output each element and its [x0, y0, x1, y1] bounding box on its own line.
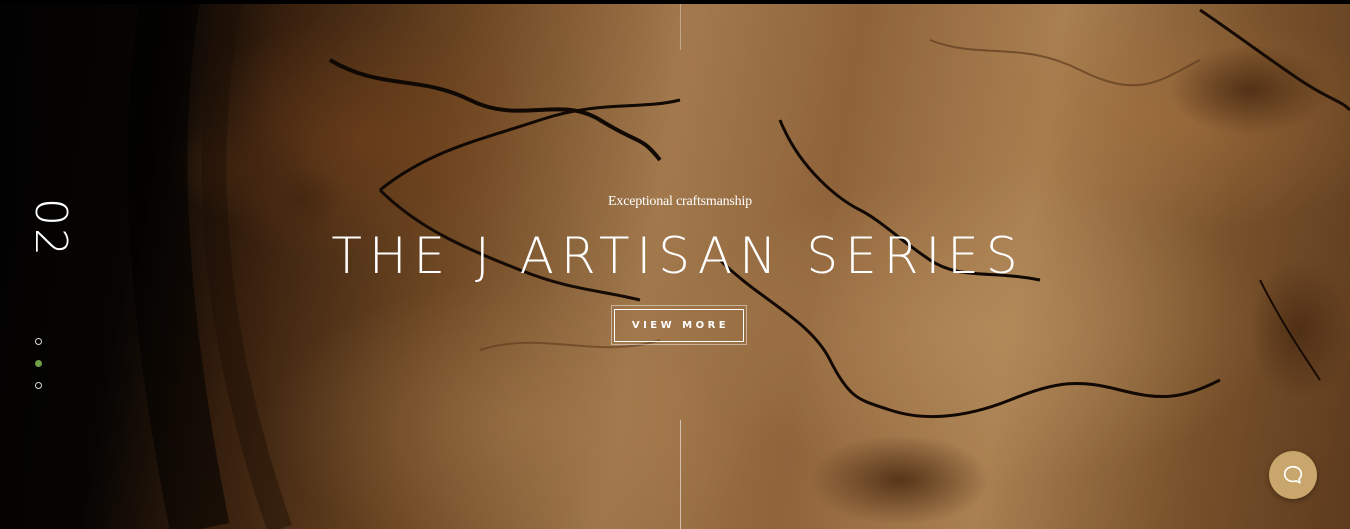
center-divider-bottom [680, 420, 681, 529]
center-divider-top [680, 4, 681, 50]
slide-dot-2-active[interactable] [35, 360, 42, 367]
slide-tagline: Exceptional craftsmanship [608, 194, 752, 209]
slide-dot-1[interactable] [35, 338, 42, 345]
slide-dot-3[interactable] [35, 382, 42, 389]
view-more-button[interactable]: VIEW MORE [614, 309, 744, 342]
chat-button[interactable] [1269, 451, 1317, 499]
chat-bubble-icon [1283, 465, 1303, 484]
slide-headline: THE J ARTISAN SERIES [331, 227, 1025, 285]
slide-pagination [35, 338, 42, 389]
top-border [0, 0, 1350, 4]
hero-slider: 02 Exceptional craftsmanship THE J ARTIS… [0, 0, 1350, 529]
